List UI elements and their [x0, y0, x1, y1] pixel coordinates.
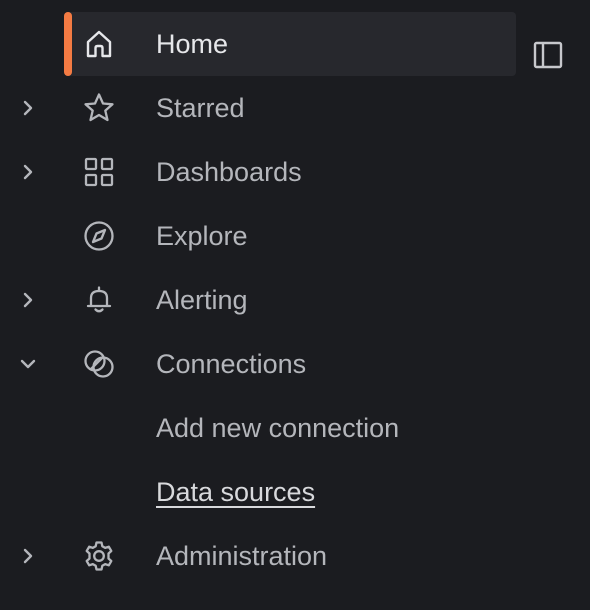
nav-item-starred[interactable]: Starred [0, 76, 590, 140]
navigation-menu: Home Starred Dashboards Explore Alerting… [0, 0, 590, 610]
nav-item-dashboards[interactable]: Dashboards [0, 140, 590, 204]
compass-icon [82, 219, 116, 253]
chevron-right-icon[interactable] [17, 289, 39, 311]
nav-item-explore[interactable]: Explore [0, 204, 590, 268]
active-item-background [64, 12, 516, 76]
dock-panel-icon[interactable] [532, 38, 564, 72]
star-icon [82, 91, 116, 125]
nav-item-home[interactable]: Home [0, 12, 590, 76]
chevron-right-icon[interactable] [17, 97, 39, 119]
bell-icon [82, 283, 116, 317]
nav-item-label: Dashboards [156, 157, 302, 187]
nav-item-label: Home [156, 29, 229, 59]
chevron-right-icon[interactable] [17, 545, 39, 567]
nav-subitem-label: Data sources [156, 477, 316, 507]
nav-item-label: Alerting [156, 285, 248, 315]
nav-subitem-data-sources[interactable]: Data sources [0, 460, 590, 524]
active-indicator [64, 12, 72, 76]
chevron-down-icon[interactable] [17, 353, 39, 375]
connections-icon [82, 347, 116, 381]
nav-item-alerting[interactable]: Alerting [0, 268, 590, 332]
nav-item-administration[interactable]: Administration [0, 524, 590, 588]
nav-item-label: Starred [156, 93, 245, 123]
nav-subitem-add-new-connection[interactable]: Add new connection [0, 396, 590, 460]
nav-item-connections[interactable]: Connections [0, 332, 590, 396]
chevron-right-icon[interactable] [17, 161, 39, 183]
cog-icon [82, 539, 116, 573]
nav-item-label: Explore [156, 221, 248, 251]
nav-item-label: Administration [156, 541, 328, 571]
nav-subitem-label: Add new connection [156, 413, 400, 443]
nav-item-label: Connections [156, 349, 307, 379]
home-icon [82, 27, 116, 61]
apps-grid-icon [82, 155, 116, 189]
